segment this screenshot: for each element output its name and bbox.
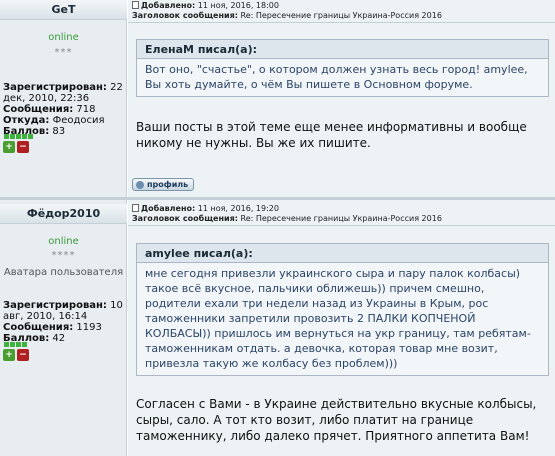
post-1-user-info: Зарегистрирован: 22 дек, 2010, 22:36 Соо… xyxy=(3,82,124,137)
post-2-username[interactable]: Фёдор2010 xyxy=(0,204,127,224)
thumb-up-icon[interactable]: + xyxy=(3,141,15,153)
avatar: Аватара пользователя xyxy=(3,267,124,278)
added-label: Добавлено: xyxy=(141,1,196,10)
added-value: 11 ноя, 2016, 19:20 xyxy=(197,204,279,213)
subject-value: Re: Пересечение границы Украина-Россия 2… xyxy=(240,11,442,20)
post-1: GeT online *** Зарегистрирован: 22 дек, … xyxy=(0,0,555,197)
added-label: Добавлено: xyxy=(141,204,196,213)
profile-button[interactable]: профиль xyxy=(132,178,195,191)
post-2-online-status: online xyxy=(48,236,79,247)
registered-label: Зарегистрирован: xyxy=(3,82,107,93)
quote-author: ЕленаМ писал(а): xyxy=(137,40,548,59)
post-2-vote: + − xyxy=(3,349,29,361)
post-2-quote: amylee писал(а): мне сегодня привезли ук… xyxy=(136,243,549,376)
post-1-header: Добавлено: 11 ноя, 2016, 18:00 Заголовок… xyxy=(132,1,442,21)
messages-value: 718 xyxy=(76,104,96,115)
profile-button-label: профиль xyxy=(147,180,189,189)
post-2-author-panel: Фёдор2010 online **** Аватара пользовате… xyxy=(0,200,127,456)
quote-text: мне сегодня привезли украинского сыра и … xyxy=(145,267,531,370)
added-value: 11 ноя, 2016, 18:00 xyxy=(197,1,279,10)
post-2-header: Добавлено: 11 ноя, 2016, 19:20 Заголовок… xyxy=(132,204,442,224)
quote-text: Вот оно, "счастье", о котором должен узн… xyxy=(145,63,528,91)
subject-value: Re: Пересечение границы Украина-Россия 2… xyxy=(240,214,442,223)
post-2-user-info: Зарегистрирован: 10 авг, 2010, 16:14 Соо… xyxy=(3,300,124,344)
thumb-down-icon[interactable]: − xyxy=(17,141,29,153)
subject-label: Заголовок сообщения: xyxy=(132,214,238,223)
quote-author: amylee писал(а): xyxy=(137,244,548,263)
thumb-down-icon[interactable]: − xyxy=(17,349,29,361)
post-1-username[interactable]: GeT xyxy=(0,0,127,20)
post-1-rank-stars: *** xyxy=(54,47,73,58)
post-doc-icon[interactable] xyxy=(132,1,139,9)
points-value: 42 xyxy=(52,333,66,344)
thumb-up-icon[interactable]: + xyxy=(3,349,15,361)
post-1-author-panel: GeT online *** Зарегистрирован: 22 дек, … xyxy=(0,0,127,197)
post-1-online-status: online xyxy=(48,32,79,43)
reputation-bar xyxy=(4,134,33,139)
post-2-rank-stars: **** xyxy=(51,250,76,261)
post-1-text: Ваши посты в этой теме еще менее информа… xyxy=(136,120,527,150)
post-doc-icon[interactable] xyxy=(132,204,139,212)
registered-label: Зарегистрирован: xyxy=(3,300,107,311)
header-divider xyxy=(128,225,555,226)
from-value: Феодосия xyxy=(52,115,105,126)
subject-label: Заголовок сообщения: xyxy=(132,11,238,20)
post-2-text: Согласен с Вами - в Украине действительн… xyxy=(136,397,537,443)
post-1-quote: ЕленаМ писал(а): Вот оно, "счастье", о к… xyxy=(136,39,549,97)
post-2-body: Добавлено: 11 ноя, 2016, 19:20 Заголовок… xyxy=(128,200,555,456)
profile-icon xyxy=(136,180,144,189)
messages-label: Сообщения: xyxy=(3,322,74,333)
messages-value: 1193 xyxy=(76,322,102,333)
reputation-bar xyxy=(4,342,27,347)
from-label: Откуда: xyxy=(3,115,50,126)
post-1-body: Добавлено: 11 ноя, 2016, 18:00 Заголовок… xyxy=(128,0,555,197)
post-2: Фёдор2010 online **** Аватара пользовате… xyxy=(0,200,555,456)
points-value: 83 xyxy=(52,126,66,137)
messages-label: Сообщения: xyxy=(3,104,74,115)
header-divider xyxy=(128,22,555,23)
post-1-vote: + − xyxy=(3,141,29,153)
